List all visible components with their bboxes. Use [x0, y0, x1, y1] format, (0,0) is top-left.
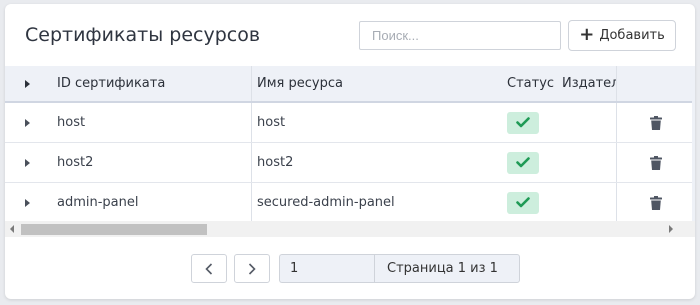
caret-right-icon	[25, 158, 30, 167]
scrollbar-thumb[interactable]	[21, 224, 207, 235]
scroll-left-arrow-icon[interactable]	[10, 225, 14, 233]
plus-icon: +	[579, 23, 595, 45]
status-badge	[507, 111, 539, 134]
status-badge	[507, 151, 539, 174]
certificates-panel: Сертификаты ресурсов + Добавить ID серти…	[5, 4, 695, 299]
column-header-status[interactable]: Статус	[501, 66, 557, 101]
cell-certificate-id: host2	[50, 143, 252, 182]
column-header-actions	[617, 66, 695, 101]
table-header: ID сертификата Имя ресурса Статус Издате…	[5, 66, 695, 103]
column-header-issuer[interactable]: Издател	[557, 66, 617, 101]
status-badge	[507, 191, 539, 214]
cell-status	[501, 183, 557, 222]
caret-right-icon	[25, 118, 30, 127]
cell-certificate-id: admin-panel	[50, 183, 252, 222]
cell-status	[501, 103, 557, 142]
cell-certificate-id: host	[50, 103, 252, 142]
table-row[interactable]: host2 host2	[5, 143, 695, 183]
next-page-button[interactable]	[234, 254, 270, 283]
cell-issuer	[557, 143, 617, 182]
add-button[interactable]: + Добавить	[568, 20, 676, 51]
cell-resource-name: host2	[257, 155, 294, 170]
check-icon	[516, 197, 530, 208]
caret-right-icon	[25, 79, 30, 88]
page-number-input[interactable]	[279, 254, 375, 283]
cell-resource-name: secured-admin-panel	[257, 195, 395, 210]
delete-button[interactable]	[617, 143, 695, 182]
caret-right-icon	[25, 198, 30, 207]
page-count-label: Страница 1 из 1	[374, 254, 520, 283]
cell-status	[501, 143, 557, 182]
cell-issuer	[557, 103, 617, 142]
add-button-label: Добавить	[599, 28, 665, 43]
row-expand-toggle[interactable]	[5, 143, 50, 182]
horizontal-scrollbar[interactable]	[5, 221, 695, 237]
check-icon	[516, 157, 530, 168]
delete-button[interactable]	[617, 183, 695, 222]
column-header-id[interactable]: ID сертификата	[50, 66, 252, 101]
table-row[interactable]: host host	[5, 103, 695, 143]
delete-button[interactable]	[617, 103, 695, 142]
page-title: Сертификаты ресурсов	[25, 24, 261, 46]
chevron-right-icon	[248, 262, 256, 275]
table-row[interactable]: admin-panel secured-admin-panel	[5, 183, 695, 223]
cell-issuer	[557, 183, 617, 222]
trash-icon	[650, 155, 662, 170]
row-expand-toggle[interactable]	[5, 103, 50, 142]
certificates-table: ID сертификата Имя ресурса Статус Издате…	[5, 66, 695, 223]
expand-all-toggle[interactable]	[5, 66, 50, 101]
row-expand-toggle[interactable]	[5, 183, 50, 222]
previous-page-button[interactable]	[191, 254, 227, 283]
search-input[interactable]	[359, 21, 561, 50]
trash-icon	[650, 115, 662, 130]
chevron-left-icon	[205, 262, 213, 275]
column-header-name[interactable]: Имя ресурса	[252, 66, 501, 101]
check-icon	[516, 117, 530, 128]
scroll-right-arrow-icon[interactable]	[669, 225, 673, 233]
trash-icon	[650, 195, 662, 210]
table-right-edge	[692, 66, 695, 236]
cell-resource-name: host	[257, 115, 286, 130]
